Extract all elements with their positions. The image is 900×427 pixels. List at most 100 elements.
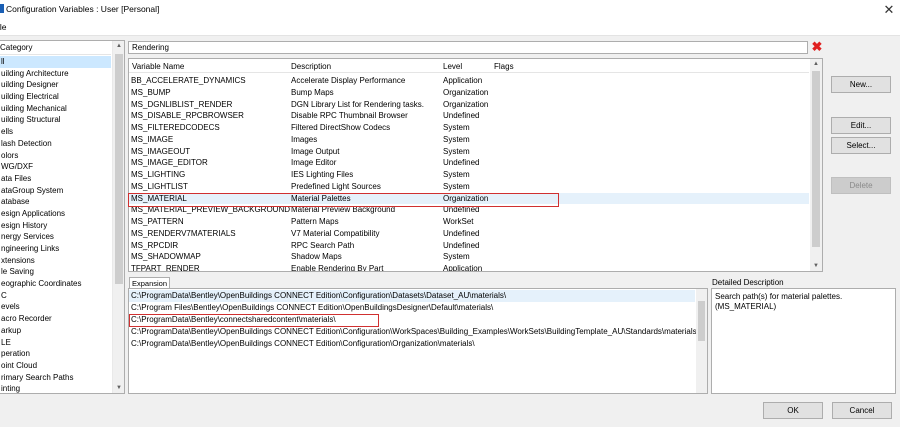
cell-description: IES Lighting Files bbox=[291, 170, 354, 179]
scroll-down-icon[interactable]: ▼ bbox=[113, 383, 124, 393]
table-row[interactable]: TFPART_RENDER Enable Rendering By Part App… bbox=[129, 263, 809, 272]
scroll-down-icon[interactable]: ▼ bbox=[810, 261, 822, 271]
category-item[interactable]: ll bbox=[0, 56, 111, 68]
category-item[interactable]: uilding Designer bbox=[0, 79, 111, 91]
category-item[interactable]: atabase bbox=[0, 196, 111, 208]
expansion-path[interactable]: C:\ProgramData\Bentley\OpenBuildings CON… bbox=[129, 326, 699, 338]
expansion-path[interactable]: C:\ProgramData\Bentley\OpenBuildings CON… bbox=[129, 290, 695, 303]
cell-variable-name: MS_IMAGE_EDITOR bbox=[131, 158, 208, 168]
table-row[interactable]: MS_FILTEREDCODECS Filtered DirectShow Cod… bbox=[129, 122, 809, 134]
category-item[interactable]: olors bbox=[0, 150, 111, 162]
category-item[interactable]: C bbox=[0, 290, 111, 302]
category-item[interactable]: le Saving bbox=[0, 266, 111, 278]
table-row[interactable]: MS_RENDERV7MATERIALS V7 Material Compatib… bbox=[129, 228, 809, 240]
expansion-path[interactable]: C:\ProgramData\Bentley\OpenBuildings CON… bbox=[129, 338, 695, 350]
cell-description: RPC Search Path bbox=[291, 240, 355, 250]
category-item[interactable]: oint Cloud bbox=[0, 360, 111, 372]
table-row[interactable]: MS_DGNLIBLIST_RENDER DGN Library List for… bbox=[129, 99, 809, 111]
expansion-tab[interactable]: Expansion bbox=[129, 277, 171, 288]
cell-level: System bbox=[443, 134, 470, 144]
category-item[interactable]: inting bbox=[0, 383, 111, 393]
table-row[interactable]: MS_LIGHTING IES Lighting Files System bbox=[129, 169, 809, 181]
table-row[interactable]: MS_IMAGEOUT Image Output System bbox=[129, 146, 809, 158]
category-list[interactable]: Category ll uilding Architecture uilding D… bbox=[0, 40, 125, 394]
cell-description: Enable Rendering By Part bbox=[291, 264, 384, 272]
category-item[interactable]: uilding Mechanical bbox=[0, 103, 111, 115]
table-row[interactable]: MS_BUMP Bump Maps Organization bbox=[129, 87, 809, 99]
expansion-path[interactable]: C:\Program Files\Bentley\OpenBuildings C… bbox=[129, 302, 695, 314]
cell-level: Organization bbox=[443, 193, 489, 203]
scroll-thumb[interactable] bbox=[812, 71, 820, 247]
category-item[interactable]: LE bbox=[0, 337, 111, 349]
category-item[interactable]: rimary Search Paths bbox=[0, 372, 111, 384]
edit-button[interactable]: Edit... bbox=[831, 117, 891, 134]
select-button[interactable]: Select... bbox=[831, 137, 891, 154]
cell-level: System bbox=[443, 123, 470, 132]
table-row[interactable]: MS_IMAGE Images System bbox=[129, 134, 809, 146]
scroll-up-icon[interactable]: ▲ bbox=[113, 41, 124, 51]
category-item[interactable]: WG/DXF bbox=[0, 161, 111, 173]
cell-description: Image Editor bbox=[291, 158, 337, 168]
category-item[interactable]: arkup bbox=[0, 325, 111, 337]
ok-button[interactable]: OK bbox=[763, 402, 823, 419]
category-item[interactable]: esign Applications bbox=[0, 208, 111, 220]
category-item[interactable]: uilding Electrical bbox=[0, 91, 111, 103]
new-button[interactable]: New... bbox=[831, 76, 891, 93]
category-header[interactable]: Category bbox=[0, 41, 111, 55]
cell-variable-name: MS_MATERIAL_PREVIEW_BACKGROUND bbox=[131, 205, 290, 215]
category-item[interactable]: uilding Architecture bbox=[0, 68, 111, 80]
variables-table[interactable]: Variable Name Description Level Flags BB… bbox=[128, 58, 823, 272]
cell-description: Shadow Maps bbox=[291, 252, 342, 262]
cell-variable-name: MS_SHADOWMAP bbox=[131, 252, 201, 262]
category-item[interactable]: ells bbox=[0, 126, 111, 138]
column-flags[interactable]: Flags bbox=[494, 62, 514, 71]
cell-level: WorkSet bbox=[443, 217, 474, 226]
table-row[interactable]: MS_RPCDIR RPC Search Path Undefined bbox=[129, 240, 809, 252]
menu-file[interactable]: ile bbox=[0, 22, 7, 32]
scroll-up-icon[interactable]: ▲ bbox=[810, 59, 822, 69]
scroll-thumb[interactable] bbox=[698, 301, 705, 341]
table-row[interactable]: MS_DISABLE_RPCBROWSER Disable RPC Thumbna… bbox=[129, 110, 809, 122]
category-item[interactable]: xtensions bbox=[0, 255, 111, 267]
cell-description: Filtered DirectShow Codecs bbox=[291, 123, 391, 132]
detailed-description-box: Search path(s) for material palettes. (M… bbox=[711, 288, 896, 394]
category-item[interactable]: ataGroup System bbox=[0, 185, 111, 197]
cell-variable-name: MS_RENDERV7MATERIALS bbox=[131, 228, 236, 238]
table-row[interactable]: MS_MATERIAL Material Palettes Organization bbox=[129, 192, 809, 205]
column-variable-name[interactable]: Variable Name bbox=[132, 62, 184, 71]
variables-scrollbar[interactable]: ▲ ▼ bbox=[810, 59, 822, 271]
category-item[interactable]: evels bbox=[0, 301, 111, 313]
column-level[interactable]: Level bbox=[443, 62, 462, 71]
clear-filter-icon[interactable]: ✖ bbox=[810, 39, 824, 54]
expansion-rows: C:\ProgramData\Bentley\OpenBuildings CON… bbox=[129, 290, 699, 350]
category-item[interactable]: ata Files bbox=[0, 173, 111, 185]
table-row[interactable]: MS_LIGHTLIST Predefined Light Sources Syst… bbox=[129, 181, 809, 193]
category-item[interactable]: acro Recorder bbox=[0, 313, 111, 325]
category-item[interactable]: ngineering Links bbox=[0, 243, 111, 255]
filter-input[interactable]: Rendering bbox=[128, 41, 808, 54]
table-row[interactable]: MS_MATERIAL_PREVIEW_BACKGROUND Material P… bbox=[129, 204, 809, 216]
table-row[interactable]: MS_PATTERN Pattern Maps WorkSet bbox=[129, 216, 809, 228]
category-item[interactable]: esign History bbox=[0, 220, 111, 232]
category-item[interactable]: peration bbox=[0, 348, 111, 360]
table-row[interactable]: MS_SHADOWMAP Shadow Maps System bbox=[129, 251, 809, 263]
delete-button[interactable]: Delete bbox=[831, 177, 891, 194]
table-row[interactable]: MS_IMAGE_EDITOR Image Editor Undefined bbox=[129, 157, 809, 169]
close-icon[interactable]: ✕ bbox=[880, 1, 898, 18]
expansion-path[interactable]: C:\ProgramData\Bentley\connectsharedcont… bbox=[129, 314, 695, 326]
cell-level: Organization bbox=[443, 87, 489, 97]
table-row[interactable]: BB_ACCELERATE_DYNAMICS Accelerate Display… bbox=[129, 75, 809, 87]
expansion-scrollbar[interactable] bbox=[696, 289, 707, 393]
scroll-thumb[interactable] bbox=[115, 54, 123, 284]
category-items: ll uilding Architecture uilding Designer ui… bbox=[0, 56, 111, 393]
cell-level: Organization bbox=[443, 99, 489, 109]
expansion-list[interactable]: C:\ProgramData\Bentley\OpenBuildings CON… bbox=[128, 288, 708, 394]
cancel-button[interactable]: Cancel bbox=[832, 402, 892, 419]
column-description[interactable]: Description bbox=[291, 62, 331, 71]
category-item[interactable]: lash Detection bbox=[0, 138, 111, 150]
category-item[interactable]: nergy Services bbox=[0, 231, 111, 243]
category-item[interactable]: eographic Coordinates bbox=[0, 278, 111, 290]
category-item[interactable]: uilding Structural bbox=[0, 114, 111, 126]
category-scrollbar[interactable]: ▲ ▼ bbox=[112, 41, 124, 393]
cell-description: Predefined Light Sources bbox=[291, 181, 381, 191]
